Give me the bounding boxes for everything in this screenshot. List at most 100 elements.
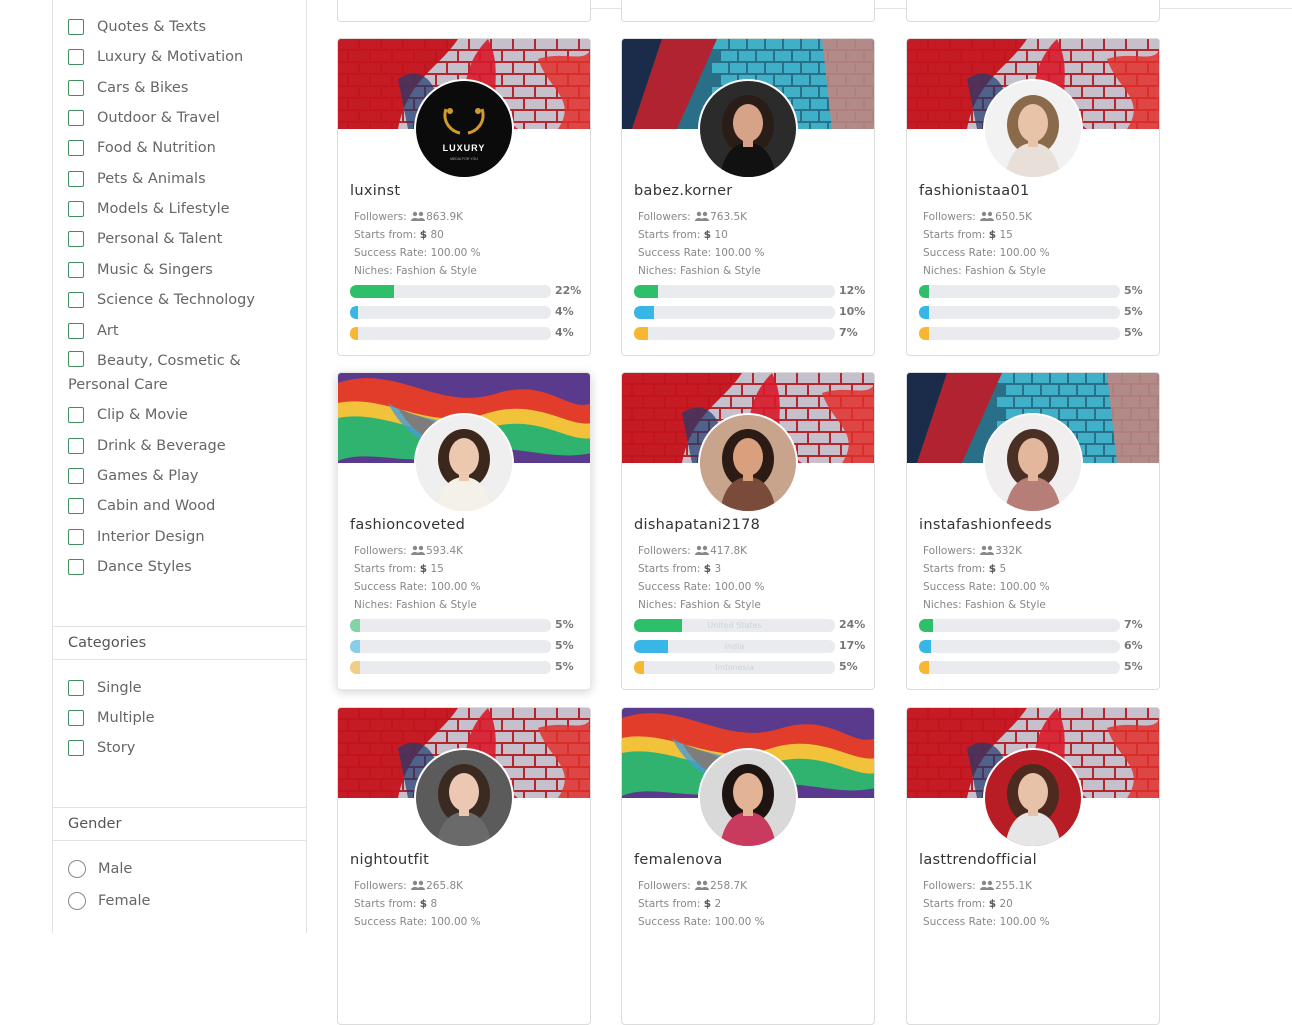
username[interactable]: babez.korner xyxy=(634,183,733,199)
checkbox[interactable] xyxy=(68,231,84,247)
radio-button[interactable] xyxy=(68,892,86,910)
influencer-card[interactable]: lasttrendofficial Followers: 255.1K Starts… xyxy=(906,707,1160,1025)
username[interactable]: femalenova xyxy=(634,852,723,868)
checkbox[interactable] xyxy=(68,680,84,696)
niche-checkbox-item[interactable]: Drink & Beverage xyxy=(68,434,300,458)
category-checkbox-item[interactable]: Story xyxy=(68,736,300,760)
influencer-card[interactable]: nightoutfit Followers: 265.8K Starts from:… xyxy=(337,707,591,1025)
currency-symbol: $ xyxy=(419,563,428,575)
audience-country-bar xyxy=(350,640,551,653)
card-stub[interactable] xyxy=(906,0,1160,22)
checkbox-label: Interior Design xyxy=(97,529,205,545)
checkbox[interactable] xyxy=(68,110,84,126)
checkbox[interactable] xyxy=(68,80,84,96)
category-checkbox-item[interactable]: Multiple xyxy=(68,706,300,730)
filter-sidebar: Quotes & Texts Luxury & Motivation Cars & … xyxy=(52,0,307,933)
niche-checkbox-item[interactable]: Beauty, Cosmetic & Personal Care xyxy=(68,349,300,397)
niche-checkbox-item[interactable]: Personal & Talent xyxy=(68,227,300,251)
niche-checkbox-item[interactable]: Clip & Movie xyxy=(68,403,300,427)
niches-value: Fashion & Style xyxy=(396,265,477,277)
checkbox[interactable] xyxy=(68,140,84,156)
checkbox[interactable] xyxy=(68,323,84,339)
avatar[interactable] xyxy=(414,748,514,848)
username[interactable]: dishapatani2178 xyxy=(634,517,760,533)
avatar[interactable] xyxy=(983,79,1083,179)
checkbox-label: Dance Styles xyxy=(97,559,192,575)
bar-percent: 7% xyxy=(839,326,858,339)
checkbox[interactable] xyxy=(68,171,84,187)
checkbox[interactable] xyxy=(68,201,84,217)
username[interactable]: nightoutfit xyxy=(350,852,429,868)
audience-country-bar xyxy=(350,306,551,319)
radio-button[interactable] xyxy=(68,860,86,878)
avatar[interactable] xyxy=(698,748,798,848)
checkbox-label: Drink & Beverage xyxy=(97,438,226,454)
username[interactable]: lasttrendofficial xyxy=(919,852,1037,868)
card-stub[interactable] xyxy=(621,0,875,22)
checkbox[interactable] xyxy=(68,710,84,726)
bar-fill xyxy=(919,306,930,319)
niche-checkbox-item[interactable]: Art xyxy=(68,319,300,343)
username[interactable]: fashionistaa01 xyxy=(919,183,1030,199)
checkbox[interactable] xyxy=(68,351,84,367)
niche-checkbox-item[interactable]: Science & Technology xyxy=(68,288,300,312)
niche-checkbox-item[interactable]: Cabin and Wood xyxy=(68,494,300,518)
checkbox[interactable] xyxy=(68,407,84,423)
success-rate-value: 100.00 % xyxy=(430,247,481,259)
niches-value: Fashion & Style xyxy=(680,265,761,277)
followers-value: 863.9K xyxy=(426,211,464,223)
bar-fill xyxy=(634,306,655,319)
card-stub[interactable] xyxy=(337,0,591,22)
username[interactable]: instafashionfeeds xyxy=(919,517,1052,533)
checkbox[interactable] xyxy=(68,19,84,35)
starts-from-label: Starts from: xyxy=(354,898,417,910)
checkbox[interactable] xyxy=(68,498,84,514)
influencer-card[interactable]: LUXURY MEDIA FOR YOU luxinst Followers: 8… xyxy=(337,38,591,356)
influencer-card[interactable]: femalenova Followers: 258.7K Starts from: … xyxy=(621,707,875,1025)
niche-checkbox-item[interactable]: Interior Design xyxy=(68,525,300,549)
success-rate-value: 100.00 % xyxy=(714,916,765,928)
gender-radio-item[interactable]: Male xyxy=(68,857,132,881)
niche-checkbox-item[interactable]: Quotes & Texts xyxy=(68,15,300,39)
influencer-card[interactable]: instafashionfeeds Followers: 332K Starts f… xyxy=(906,372,1160,690)
niche-checkbox-item[interactable]: Games & Play xyxy=(68,464,300,488)
checkbox[interactable] xyxy=(68,529,84,545)
avatar[interactable] xyxy=(414,413,514,513)
niche-checkbox-item[interactable]: Food & Nutrition xyxy=(68,136,300,160)
checkbox[interactable] xyxy=(68,740,84,756)
followers-stat: Followers: 593.4K xyxy=(354,545,463,557)
niche-checkbox-item[interactable]: Luxury & Motivation xyxy=(68,45,300,69)
influencer-card[interactable]: fashionistaa01 Followers: 650.5K Starts fr… xyxy=(906,38,1160,356)
category-checkbox-item[interactable]: Single xyxy=(68,676,300,700)
niche-checkbox-item[interactable]: Music & Singers xyxy=(68,258,300,282)
checkbox[interactable] xyxy=(68,292,84,308)
success-rate-label: Success Rate: xyxy=(923,916,997,928)
checkbox[interactable] xyxy=(68,559,84,575)
starts-from-stat: Starts from: $ 8 xyxy=(354,898,437,910)
checkbox[interactable] xyxy=(68,468,84,484)
bar-fill xyxy=(350,640,361,653)
followers-label: Followers: xyxy=(638,880,691,892)
influencer-card[interactable]: dishapatani2178 Followers: 417.8K Starts f… xyxy=(621,372,875,690)
influencer-card[interactable]: fashioncoveted Followers: 593.4K Starts fr… xyxy=(337,372,591,690)
checkbox[interactable] xyxy=(68,262,84,278)
avatar[interactable]: LUXURY MEDIA FOR YOU xyxy=(414,79,514,179)
avatar[interactable] xyxy=(698,413,798,513)
gender-radio-item[interactable]: Female xyxy=(68,889,150,913)
bar-fill xyxy=(350,619,361,632)
niche-checkbox-item[interactable]: Dance Styles xyxy=(68,555,300,579)
niche-checkbox-item[interactable]: Outdoor & Travel xyxy=(68,106,300,130)
username[interactable]: luxinst xyxy=(350,183,400,199)
avatar[interactable] xyxy=(983,748,1083,848)
checkbox[interactable] xyxy=(68,438,84,454)
niches-value: Fashion & Style xyxy=(680,599,761,611)
username[interactable]: fashioncoveted xyxy=(350,517,465,533)
avatar[interactable] xyxy=(698,79,798,179)
checkbox[interactable] xyxy=(68,49,84,65)
checkbox-label: Science & Technology xyxy=(97,292,255,308)
niche-checkbox-item[interactable]: Models & Lifestyle xyxy=(68,197,300,221)
niche-checkbox-item[interactable]: Pets & Animals xyxy=(68,167,300,191)
avatar[interactable] xyxy=(983,413,1083,513)
niche-checkbox-item[interactable]: Cars & Bikes xyxy=(68,76,300,100)
influencer-card[interactable]: babez.korner Followers: 763.5K Starts from… xyxy=(621,38,875,356)
